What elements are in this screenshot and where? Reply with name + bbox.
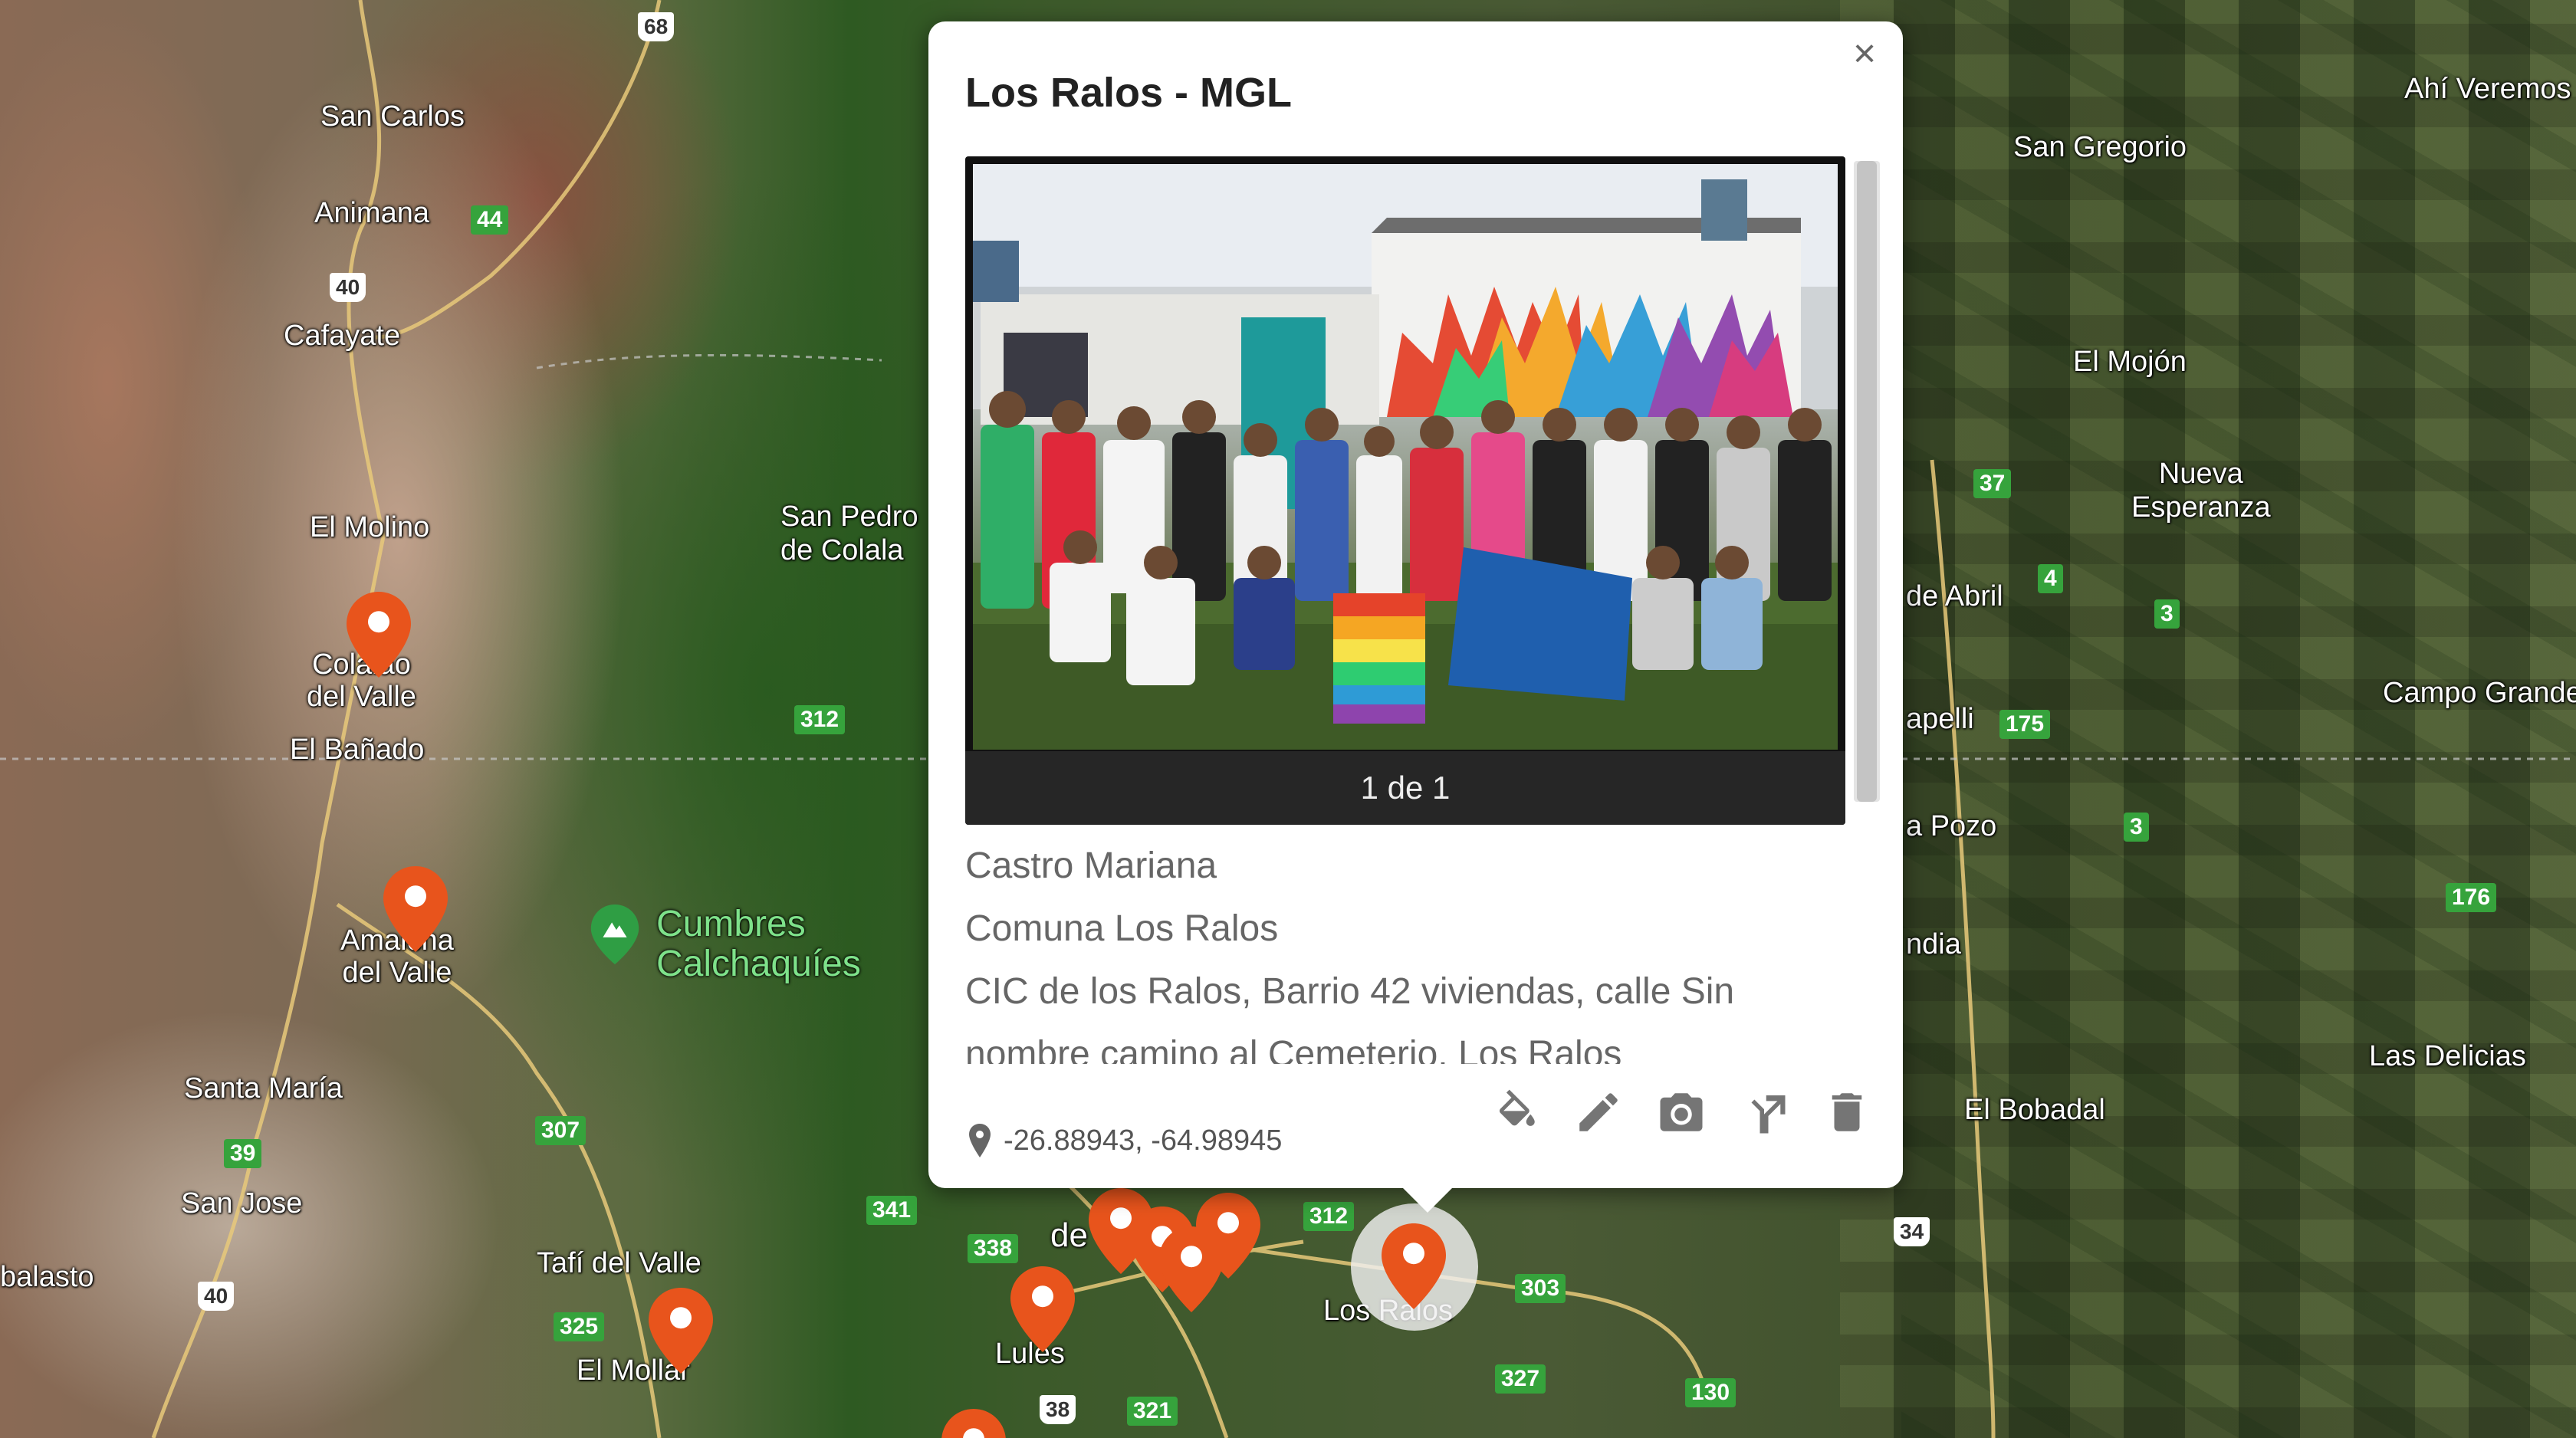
photo-counter: 1 de 1: [965, 751, 1845, 825]
place-label: San Gregorio: [2013, 131, 2187, 163]
detail-commune: Comuna Los Ralos: [965, 908, 1279, 949]
place-label: Cafayate: [284, 320, 401, 352]
paint-bucket-icon[interactable]: [1490, 1087, 1541, 1138]
place-label: balasto: [0, 1261, 94, 1293]
route-shield: 312: [794, 705, 846, 734]
group-photo[interactable]: [973, 164, 1838, 750]
selected-location-marker[interactable]: [1382, 1223, 1446, 1309]
popup-title: Los Ralos - MGL: [965, 70, 1293, 116]
place-label: El Bañado: [290, 734, 425, 766]
photo-illustration: [973, 164, 1838, 750]
place-label: de Abril: [1906, 580, 2003, 612]
route-shield: 4: [2038, 564, 2063, 593]
location-pin-icon: [969, 1124, 991, 1157]
info-window: × Los Ralos - MGL 1 de 1 Castro Mariana …: [928, 21, 1903, 1213]
location-marker[interactable]: [383, 866, 448, 952]
photo-carousel[interactable]: 1 de 1: [965, 156, 1845, 825]
place-label: Campo Grande: [2383, 677, 2576, 709]
route-shield: 34: [1894, 1217, 1930, 1246]
location-marker[interactable]: [1010, 1266, 1075, 1352]
place-label: Tafí del Valle: [537, 1247, 702, 1279]
place-label: ndia: [1906, 928, 1961, 960]
route-shield: 327: [1495, 1364, 1546, 1394]
place-label: a Pozo: [1906, 810, 1997, 842]
place-label: Santa María: [184, 1072, 343, 1105]
camera-icon[interactable]: [1656, 1087, 1707, 1138]
route-shield: 44: [471, 205, 509, 235]
location-marker[interactable]: [941, 1409, 1006, 1438]
route-shield: 3: [2124, 813, 2149, 842]
detail-name: Castro Mariana: [965, 845, 1217, 886]
route-shield: 312: [1303, 1202, 1355, 1231]
route-shield: 175: [1999, 710, 2051, 739]
route-shield: 40: [330, 273, 366, 302]
close-icon[interactable]: ×: [1842, 31, 1888, 77]
location-marker[interactable]: [1196, 1193, 1260, 1279]
place-label: San Carlos: [320, 100, 465, 133]
trash-icon[interactable]: [1822, 1087, 1872, 1138]
route-shield: 303: [1515, 1274, 1566, 1303]
route-shield: 39: [224, 1139, 262, 1168]
route-shield: 37: [1973, 469, 2012, 498]
route-shield: 176: [2446, 883, 2497, 912]
place-label: El Mojón: [2073, 346, 2187, 378]
park-label: Cumbres Calchaquíes: [656, 904, 861, 984]
info-window-pointer: [1401, 1187, 1454, 1213]
route-shield: 3: [2154, 599, 2180, 629]
route-shield: 307: [535, 1116, 586, 1145]
location-marker[interactable]: [347, 592, 411, 678]
place-label: San Pedro de Colala: [780, 501, 918, 566]
place-label: El Molino: [310, 511, 430, 543]
place-label: Las Delicias: [2369, 1040, 2526, 1072]
place-label: Nueva Esperanza: [2131, 458, 2271, 524]
route-shield: 325: [554, 1312, 605, 1341]
coordinates-row: -26.88943, -64.98945: [968, 1118, 1282, 1164]
place-label: Animana: [314, 197, 429, 229]
route-shield: 68: [638, 12, 675, 41]
place-label: Ahí Veremos: [2404, 73, 2571, 105]
place-label: San Jose: [181, 1187, 303, 1220]
route-shield: 40: [198, 1282, 235, 1311]
detail-address-cont: nombre camino al Cemeterio, Los Ralos: [965, 1034, 1622, 1064]
route-shield: 341: [866, 1196, 918, 1225]
park-marker-icon[interactable]: [590, 904, 639, 964]
place-label: apelli: [1906, 703, 1974, 735]
route-shield: 130: [1685, 1378, 1737, 1407]
location-marker[interactable]: [649, 1288, 713, 1374]
directions-icon[interactable]: [1739, 1087, 1789, 1138]
detail-address: CIC de los Ralos, Barrio 42 viviendas, c…: [965, 971, 1735, 1012]
route-shield: 338: [968, 1234, 1019, 1263]
route-shield: 321: [1127, 1397, 1178, 1426]
route-shield: 38: [1040, 1395, 1076, 1424]
feature-toolbar: [1490, 1087, 1872, 1138]
scrollbar-thumb[interactable]: [1857, 161, 1877, 802]
popup-details: Castro Mariana Comuna Los Ralos CIC de l…: [928, 834, 1841, 1064]
coordinates-text: -26.88943, -64.98945: [1004, 1124, 1283, 1157]
pencil-icon[interactable]: [1573, 1087, 1624, 1138]
place-label: El Bobadal: [1964, 1094, 2105, 1126]
scrollbar[interactable]: [1854, 161, 1880, 802]
